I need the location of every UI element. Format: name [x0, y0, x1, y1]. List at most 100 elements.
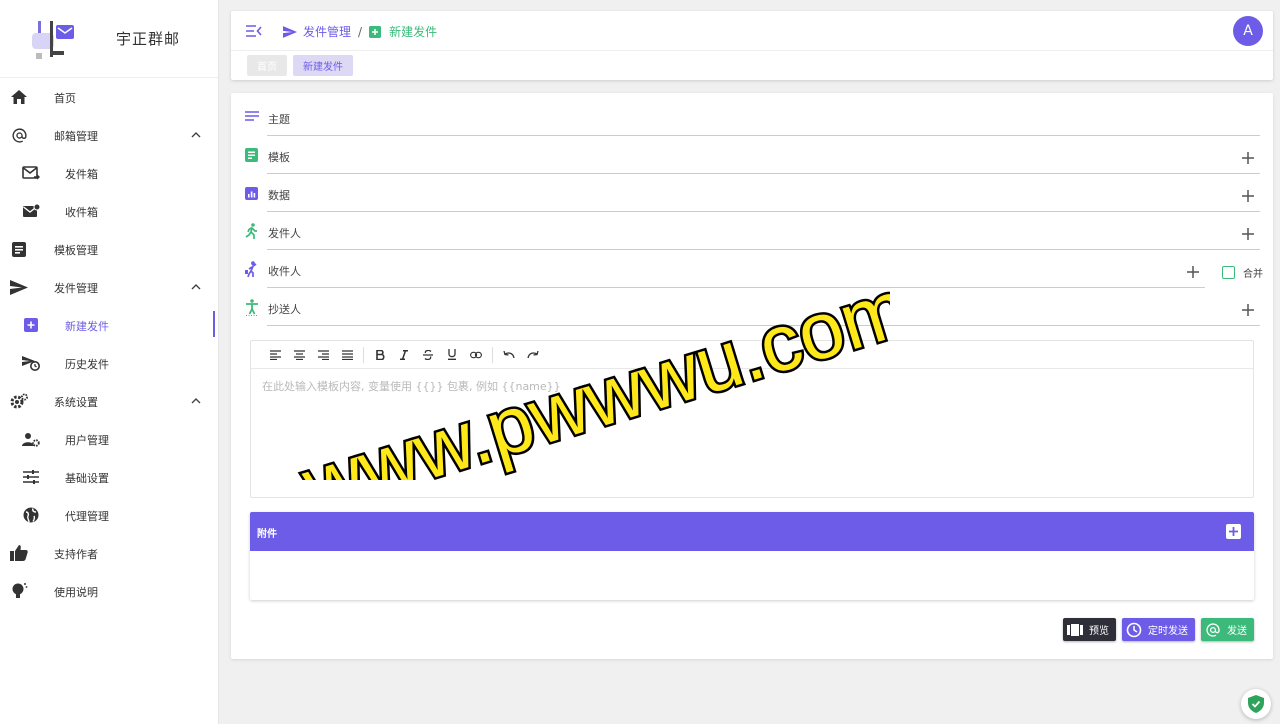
add-box-icon: [22, 317, 40, 333]
sidebar-item-basic-settings[interactable]: 基础设置: [0, 458, 218, 496]
add-data-plus-icon[interactable]: [1242, 187, 1254, 202]
field-underline: [267, 325, 1260, 326]
breadcrumb-new-send: 新建发件: [369, 23, 437, 40]
add-cc-plus-icon[interactable]: [1242, 301, 1254, 316]
sidebar-item-new-send[interactable]: 新建发件: [0, 306, 218, 344]
at-icon: [10, 127, 28, 143]
app-logo-icon: [28, 15, 80, 63]
merge-checkbox-box[interactable]: [1222, 266, 1235, 279]
cc-field[interactable]: 抄送人: [245, 288, 1260, 326]
accessibility-icon: [245, 299, 261, 316]
schedule-send-label: 定时发送: [1148, 626, 1188, 637]
tab-new-send[interactable]: 新建发件: [293, 55, 353, 76]
menu-collapse-icon[interactable]: [245, 23, 263, 39]
send-icon: [283, 25, 297, 38]
add-attachment-icon[interactable]: [1226, 524, 1241, 539]
top-header: 发件管理 / 新建发件 A 首页 新建发件: [231, 11, 1273, 80]
field-label: 模板: [268, 151, 290, 164]
subject-field[interactable]: 主题: [245, 98, 1260, 136]
sidebar-item-system-settings[interactable]: 系统设置: [0, 382, 218, 420]
toolbar-divider: [363, 346, 364, 363]
chevron-up-icon: [190, 281, 202, 293]
sidebar-item-usage-guide[interactable]: 使用说明: [0, 572, 218, 610]
field-label: 数据: [268, 189, 290, 202]
underline-icon[interactable]: [440, 345, 464, 365]
chart-box-icon: [245, 185, 261, 201]
breadcrumb-separator: /: [358, 24, 363, 39]
redo-icon[interactable]: [521, 345, 545, 365]
sidebar-item-send-history[interactable]: 历史发件: [0, 344, 218, 382]
sidebar-item-label: 支持作者: [54, 548, 98, 561]
sidebar-item-mailbox-management[interactable]: 邮箱管理: [0, 116, 218, 154]
brand: 宇正群邮: [0, 0, 218, 78]
header-bar: 发件管理 / 新建发件 A: [231, 11, 1273, 51]
sidebar-item-label: 新建发件: [65, 320, 109, 333]
sidebar-item-home[interactable]: 首页: [0, 78, 218, 116]
chevron-up-icon: [190, 129, 202, 141]
sidebar-item-label: 邮箱管理: [54, 130, 98, 143]
sidebar-item-label: 模板管理: [54, 244, 98, 257]
sidebar-item-label: 基础设置: [65, 472, 109, 485]
breadcrumb-label: 发件管理: [303, 25, 352, 39]
user-settings-icon: [22, 431, 40, 447]
template-field[interactable]: 模板: [245, 136, 1260, 174]
field-label: 收件人: [268, 265, 301, 278]
send-label: 发送: [1227, 626, 1247, 637]
rich-text-editor: 在此处输入模板内容, 变量使用 {{}} 包裹, 例如 {{name}}: [250, 340, 1254, 498]
security-shield-icon[interactable]: [1241, 689, 1271, 719]
breadcrumb-send-management[interactable]: 发件管理: [283, 23, 351, 40]
link-icon[interactable]: [464, 345, 488, 365]
mail-inbox-icon: [22, 203, 40, 219]
walk-icon: [245, 223, 261, 239]
field-label: 抄送人: [268, 303, 301, 316]
sidebar-item-inbox[interactable]: 收件箱: [0, 192, 218, 230]
data-field[interactable]: 数据: [245, 174, 1260, 212]
align-justify-icon[interactable]: [335, 345, 359, 365]
history-send-icon: [22, 355, 40, 371]
send-button[interactable]: 发送: [1201, 618, 1254, 641]
lightbulb-icon: [10, 583, 28, 599]
new-send-form: 主题 模板 数据 发件人 收件人 合并 抄送人 在此处输入模板内容, 变量使用 …: [231, 93, 1273, 659]
person-receive-icon: [245, 261, 261, 278]
sidebar-item-send-management[interactable]: 发件管理: [0, 268, 218, 306]
mail-send-icon: [22, 165, 40, 181]
recipient-field[interactable]: 收件人: [245, 250, 1205, 288]
strikethrough-icon[interactable]: [416, 345, 440, 365]
sidebar-item-user-management[interactable]: 用户管理: [0, 420, 218, 458]
sender-field[interactable]: 发件人: [245, 212, 1260, 250]
tab-home[interactable]: 首页: [247, 55, 287, 76]
align-right-icon[interactable]: [311, 345, 335, 365]
preview-button[interactable]: 预览: [1063, 618, 1116, 641]
field-label: 发件人: [268, 227, 301, 240]
breadcrumb: 发件管理 / 新建发件: [283, 23, 437, 40]
merge-checkbox[interactable]: 合并: [1222, 265, 1263, 280]
globe-icon: [22, 507, 40, 523]
italic-icon[interactable]: [392, 345, 416, 365]
sidebar-item-outbox[interactable]: 发件箱: [0, 154, 218, 192]
align-left-icon[interactable]: [263, 345, 287, 365]
sidebar-item-support-author[interactable]: 支持作者: [0, 534, 218, 572]
subject-icon: [245, 109, 261, 125]
bold-icon[interactable]: [368, 345, 392, 365]
preview-label: 预览: [1089, 626, 1109, 637]
send-icon: [10, 279, 28, 295]
add-template-plus-icon[interactable]: [1242, 149, 1254, 164]
editor-toolbar: [251, 341, 1253, 369]
add-recipient-plus-icon[interactable]: [1187, 263, 1199, 278]
add-sender-plus-icon[interactable]: [1242, 225, 1254, 240]
page-tabs: 首页 新建发件: [247, 55, 353, 76]
align-center-icon[interactable]: [287, 345, 311, 365]
user-avatar[interactable]: A: [1233, 16, 1263, 46]
sidebar-item-label: 用户管理: [65, 434, 109, 447]
sidebar-item-label: 首页: [54, 92, 76, 105]
sidebar-item-label: 系统设置: [54, 396, 98, 409]
schedule-send-button[interactable]: 定时发送: [1122, 618, 1195, 641]
undo-icon[interactable]: [497, 345, 521, 365]
editor-placeholder[interactable]: 在此处输入模板内容, 变量使用 {{}} 包裹, 例如 {{name}}: [262, 378, 561, 394]
home-icon: [10, 89, 28, 105]
sidebar-item-proxy-management[interactable]: 代理管理: [0, 496, 218, 534]
sidebar-nav: 首页 邮箱管理 发件箱 收件箱 模板管理 发件管理 新建发件 历史发件 系统设置…: [0, 78, 218, 610]
sidebar-item-label: 代理管理: [65, 510, 109, 523]
sidebar-item-template-management[interactable]: 模板管理: [0, 230, 218, 268]
template-icon: [10, 241, 28, 257]
